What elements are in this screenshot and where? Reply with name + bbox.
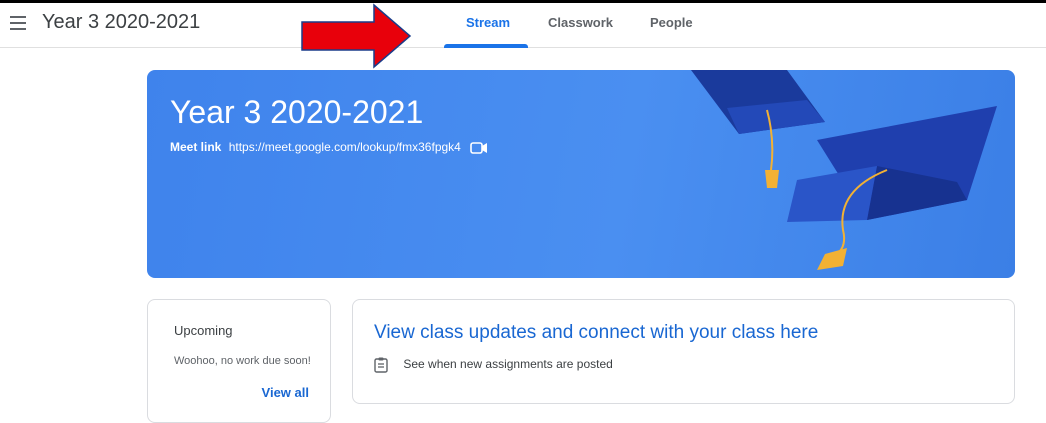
upcoming-title: Upcoming (174, 323, 233, 338)
hamburger-menu-icon[interactable] (10, 16, 26, 30)
updates-item-text: See when new assignments are posted (403, 357, 613, 372)
updates-heading: View class updates and connect with your… (374, 322, 819, 343)
banner-title: Year 3 2020-2021 (170, 94, 424, 130)
view-all-link[interactable]: View all (262, 385, 309, 400)
active-tab-indicator (444, 44, 528, 48)
red-arrow-annotation (301, 3, 412, 69)
top-app-bar: Year 3 2020-2021 Stream Classwork People (0, 0, 1046, 69)
class-updates-card: View class updates and connect with your… (352, 299, 1015, 404)
meet-link-row: Meet link https://meet.google.com/lookup… (170, 140, 488, 154)
class-title[interactable]: Year 3 2020-2021 (42, 11, 200, 34)
graduation-caps-illustration (691, 70, 997, 270)
assignment-clipboard-icon (374, 357, 388, 373)
tab-classwork[interactable]: Classwork (548, 15, 613, 30)
class-banner: Year 3 2020-2021 Meet link https://meet.… (147, 70, 1015, 278)
updates-item: See when new assignments are posted (374, 357, 613, 373)
upcoming-card: Upcoming Woohoo, no work due soon! View … (147, 299, 331, 423)
upcoming-empty-message: Woohoo, no work due soon! (174, 355, 311, 367)
tab-people[interactable]: People (650, 15, 693, 30)
tab-stream[interactable]: Stream (466, 15, 510, 30)
meet-link-url[interactable]: https://meet.google.com/lookup/fmx36fpgk… (229, 140, 461, 154)
video-camera-icon[interactable] (470, 142, 488, 154)
meet-link-label: Meet link (170, 140, 222, 154)
